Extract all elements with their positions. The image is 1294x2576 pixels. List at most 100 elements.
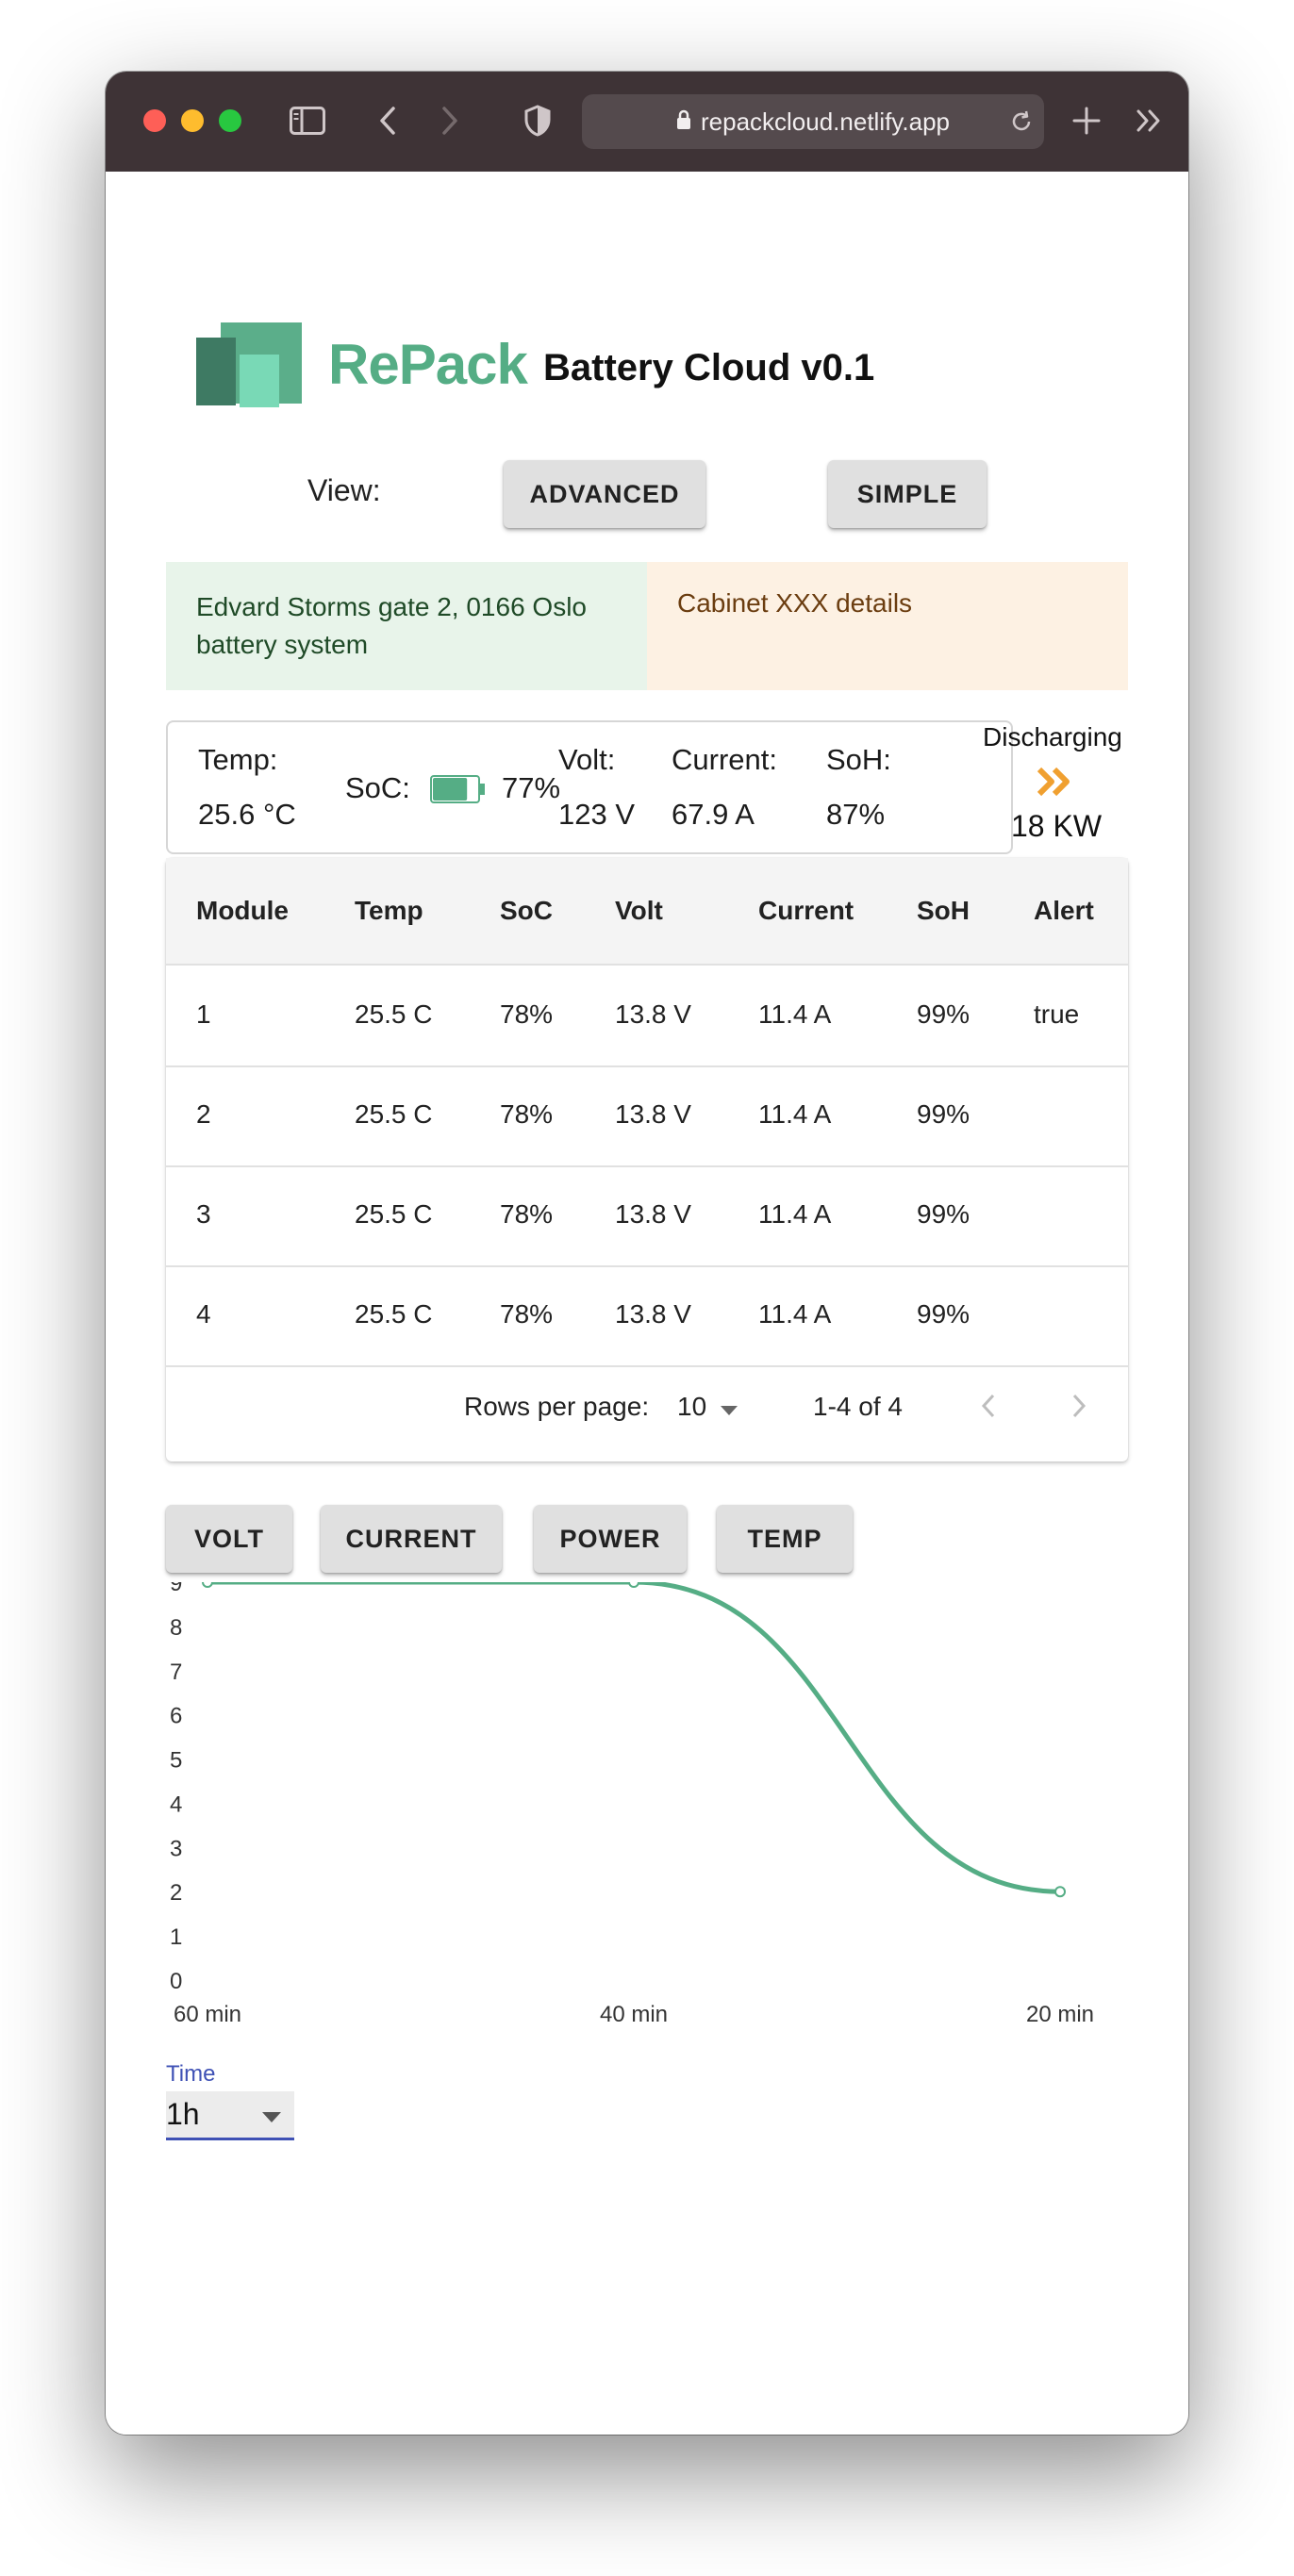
line-chart: 0 1 2 3 4 5 6 7 8 9 60 min 40 min 20 min <box>106 1571 1188 2027</box>
column-header-alert[interactable]: Alert <box>1034 896 1094 926</box>
cell-temp: 25.5 C <box>355 1299 433 1329</box>
y-tick-label: 6 <box>170 1704 182 1729</box>
x-tick-label: 20 min <box>1026 2002 1094 2025</box>
time-dropdown-icon <box>262 2110 281 2127</box>
new-tab-icon[interactable] <box>1068 100 1105 141</box>
discharge-power: 18 KW <box>1011 809 1103 843</box>
line-chart-svg: 0 1 2 3 4 5 6 7 8 9 60 min 40 min 20 min <box>170 1571 1094 2027</box>
rows-per-page-dropdown-icon[interactable] <box>721 1403 738 1420</box>
logo-text: RePack <box>328 333 528 396</box>
minimize-window-button[interactable] <box>181 109 204 132</box>
table-row[interactable]: 3 25.5 C 78% 13.8 V 11.4 A 99% <box>166 1165 1128 1267</box>
simple-view-button[interactable]: SIMPLE <box>828 460 987 528</box>
cell-current: 11.4 A <box>758 999 832 1029</box>
column-header-volt[interactable]: Volt <box>615 896 663 926</box>
sidebar-toggle-icon[interactable] <box>289 100 326 141</box>
soc-value: 77% <box>502 771 561 804</box>
repack-logo-icon <box>196 322 306 414</box>
cell-current: 11.4 A <box>758 1199 832 1229</box>
address-bar[interactable]: repackcloud.netlify.app <box>582 94 1044 149</box>
data-point[interactable] <box>1054 1886 1066 1898</box>
soh-value: 87% <box>826 798 886 831</box>
next-page-icon[interactable] <box>1070 1392 1088 1425</box>
current-value: 67.9 A <box>672 798 755 831</box>
cell-current: 11.4 A <box>758 1299 832 1329</box>
current-label: Current: <box>672 743 777 776</box>
cell-soh: 99% <box>917 1099 970 1129</box>
browser-titlebar: repackcloud.netlify.app <box>106 72 1188 172</box>
y-tick-label: 8 <box>170 1615 182 1641</box>
cell-volt: 13.8 V <box>615 1299 691 1329</box>
y-tick-label: 0 <box>170 1969 182 1994</box>
cell-module: 1 <box>196 999 211 1029</box>
privacy-shield-icon[interactable] <box>521 100 555 141</box>
table-row[interactable]: 2 25.5 C 78% 13.8 V 11.4 A 99% <box>166 1065 1128 1167</box>
y-tick-label: 7 <box>170 1660 182 1685</box>
view-label: View: <box>307 473 381 507</box>
advanced-view-button[interactable]: ADVANCED <box>504 460 705 528</box>
cell-volt: 13.8 V <box>615 1099 691 1129</box>
rows-per-page-select[interactable]: 10 <box>677 1392 706 1422</box>
maximize-window-button[interactable] <box>219 109 241 132</box>
cell-soc: 78% <box>500 999 554 1029</box>
more-tabs-chevron-icon[interactable] <box>1132 100 1166 141</box>
cell-module: 2 <box>196 1099 211 1129</box>
column-header-temp[interactable]: Temp <box>355 896 423 926</box>
cell-temp: 25.5 C <box>355 999 433 1029</box>
table-row[interactable]: 1 25.5 C 78% 13.8 V 11.4 A 99% true <box>166 966 1128 1067</box>
cell-volt: 13.8 V <box>615 999 691 1029</box>
column-header-module[interactable]: Module <box>196 896 289 926</box>
soc-label: SoC: <box>345 771 410 804</box>
cell-soc: 78% <box>500 1099 554 1129</box>
column-header-soh[interactable]: SoH <box>917 896 970 926</box>
back-arrow-icon[interactable] <box>373 100 402 141</box>
previous-page-icon[interactable] <box>979 1392 998 1425</box>
reload-icon[interactable] <box>1008 108 1035 141</box>
rows-per-page-label: Rows per page: <box>464 1392 650 1421</box>
battery-summary: Temp: 25.6 °C SoC: 77% Volt: 123 V Curre… <box>166 720 1013 854</box>
y-tick-label: 3 <box>170 1836 182 1861</box>
data-point[interactable] <box>628 1577 639 1588</box>
x-tick-label: 60 min <box>174 2002 241 2025</box>
data-point[interactable] <box>202 1577 213 1588</box>
modules-table: Module Temp SoC Volt Current SoH Alert 1… <box>166 858 1128 1461</box>
browser-window: repackcloud.netlify.app RePack Battery C… <box>106 72 1188 2435</box>
temp-tab-button[interactable]: TEMP <box>717 1505 853 1573</box>
cell-alert: true <box>1034 999 1080 1029</box>
cell-current: 11.4 A <box>758 1099 832 1129</box>
cell-soh: 99% <box>917 1299 970 1329</box>
temp-value: 25.6 °C <box>198 798 296 831</box>
pagination-range: 1-4 of 4 <box>813 1392 903 1421</box>
discharge-status: Discharging <box>983 722 1122 751</box>
cell-temp: 25.5 C <box>355 1199 433 1229</box>
temp-label: Temp: <box>198 743 278 776</box>
location-card: Edvard Storms gate 2, 0166 Oslo battery … <box>166 562 647 690</box>
power-tab-button[interactable]: POWER <box>534 1505 687 1573</box>
volt-tab-button[interactable]: VOLT <box>166 1505 292 1573</box>
lock-icon <box>676 107 691 137</box>
battery-icon <box>430 775 487 808</box>
cell-volt: 13.8 V <box>615 1199 691 1229</box>
column-header-current[interactable]: Current <box>758 896 854 926</box>
y-tick-label: 2 <box>170 1880 182 1906</box>
page-title: Battery Cloud v0.1 <box>543 347 875 388</box>
cell-temp: 25.5 C <box>355 1099 433 1129</box>
url-text: repackcloud.netlify.app <box>700 107 950 136</box>
time-filter-value: 1h <box>166 2097 200 2131</box>
close-window-button[interactable] <box>143 109 166 132</box>
cabinet-details-card[interactable]: Cabinet XXX details <box>647 562 1128 690</box>
soh-label: SoH: <box>826 743 891 776</box>
cell-soc: 78% <box>500 1299 554 1329</box>
cell-soc: 78% <box>500 1199 554 1229</box>
column-header-soc[interactable]: SoC <box>500 896 553 926</box>
table-row[interactable]: 4 25.5 C 78% 13.8 V 11.4 A 99% <box>166 1265 1128 1367</box>
cell-module: 4 <box>196 1299 211 1329</box>
time-filter-select[interactable]: 1h <box>166 2091 294 2140</box>
cell-module: 3 <box>196 1199 211 1229</box>
discharging-arrows-icon <box>1036 766 1073 802</box>
y-tick-label: 4 <box>170 1792 182 1817</box>
forward-arrow-icon[interactable] <box>436 100 464 141</box>
cell-soh: 99% <box>917 999 970 1029</box>
volt-value: 123 V <box>558 798 636 831</box>
current-tab-button[interactable]: CURRENT <box>321 1505 502 1573</box>
